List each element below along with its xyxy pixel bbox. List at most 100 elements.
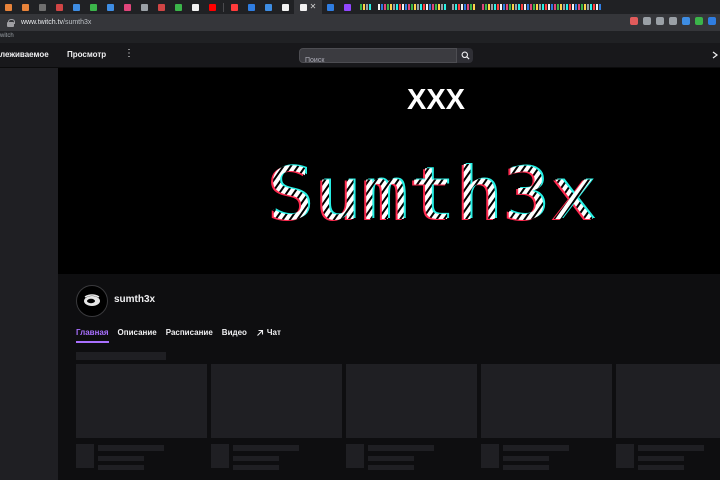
nav-following-link[interactable]: леживаемое [0,50,49,59]
collapsed-tab-titles[interactable] [452,4,478,10]
skeleton-card-title [638,445,704,451]
skeleton-card-avatar [616,444,634,468]
banner-artwork: XXX Sumth3x Sumth3x Sumth3x [266,84,598,237]
close-tab-icon[interactable]: ✕ [310,3,317,11]
tab-favicon-icon [265,3,272,11]
tab-favicon-icon [22,3,29,11]
collapse-icon[interactable] [710,49,720,61]
search-icon [461,51,470,60]
nav-browse-link[interactable]: Просмотр [67,50,106,59]
skeleton-card-title [503,445,569,451]
browser-tab[interactable] [0,0,17,14]
tab-favicon-icon [231,3,238,11]
search-input[interactable] [300,54,456,67]
search-box[interactable] [299,48,457,67]
extension-icon[interactable] [656,17,664,25]
more-menu-icon[interactable]: ⋮ [124,49,134,61]
skeleton-card-line [503,465,549,470]
extension-icon[interactable] [708,17,716,25]
skeleton-card-avatar [211,444,229,468]
browser-tab[interactable] [119,0,136,14]
browser-tab[interactable] [226,0,243,14]
browser-tab-strip: ✕ [0,0,720,14]
browser-tab[interactable] [243,0,260,14]
extension-icon[interactable] [669,17,677,25]
browser-tab[interactable] [51,0,68,14]
browser-address-bar[interactable]: www.twitch.tv/sumth3x [0,14,720,31]
channel-page: XXX Sumth3x Sumth3x Sumth3x sumth3x Глав… [58,68,720,480]
left-sidebar [0,68,58,480]
browser-tab[interactable] [68,0,85,14]
skeleton-heading [76,352,166,360]
tab-favicon-icon [56,3,63,11]
external-arrow-icon [257,329,263,336]
extension-icon[interactable] [695,17,703,25]
browser-tab[interactable] [322,0,339,14]
tab-favicon-icon [158,3,165,11]
browser-extension-icons [630,17,716,25]
extension-icon[interactable] [682,17,690,25]
skeleton-card-line [368,456,414,461]
browser-tab[interactable]: ✕ [294,0,322,14]
skeleton-card-line [638,456,684,461]
browser-tab[interactable] [339,0,356,14]
channel-name[interactable]: sumth3x [114,294,155,305]
browser-tab[interactable] [17,0,34,14]
browser-tab[interactable] [260,0,277,14]
browser-tab[interactable] [277,0,294,14]
tab-videos[interactable]: Видео [222,328,247,341]
browser-tab[interactable] [153,0,170,14]
collapsed-tab-titles[interactable] [482,4,602,10]
tab-chat[interactable]: Чат [256,328,281,341]
tab-favicon-icon [5,3,12,11]
browser-tab[interactable] [85,0,102,14]
tab-favicon-icon [124,3,131,11]
tab-favicon-icon [141,3,148,11]
skeleton-card-line [233,456,279,461]
tab-favicon-icon [73,3,80,11]
tab-favicon-icon [39,3,46,11]
browser-tab[interactable] [136,0,153,14]
skeleton-card-line [638,465,684,470]
skeleton-card-avatar [481,444,499,468]
tab-favicon-icon [175,3,182,11]
bookmark-item[interactable]: witch [0,33,14,39]
extension-icon[interactable] [630,17,638,25]
search-button[interactable] [457,48,473,63]
tab-home[interactable]: Главная [76,328,109,343]
tab-favicon-icon [248,3,255,11]
tab-schedule[interactable]: Расписание [166,328,213,341]
skeleton-card-line [98,456,144,461]
skeleton-video-card [211,364,342,438]
tab-favicon-icon [90,3,97,11]
tab-favicon-icon [209,3,216,11]
skeleton-card-line [503,456,549,461]
tab-favicon-icon [327,3,334,11]
browser-tab[interactable] [34,0,51,14]
browser-tab[interactable] [170,0,187,14]
browser-tab[interactable] [187,0,204,14]
tab-chat-label: Чат [266,328,281,337]
skeleton-card-avatar [76,444,94,468]
collapsed-tab-titles[interactable] [360,4,374,10]
tab-favicon-icon [107,3,114,11]
channel-tabs: Главная Описание Расписание Видео Чат [76,328,290,344]
skeleton-card-line [233,465,279,470]
channel-avatar[interactable] [76,285,108,317]
skeleton-card-title [98,445,164,451]
browser-tab[interactable] [204,0,221,14]
tab-about[interactable]: Описание [118,328,157,341]
tab-favicon-icon [344,3,351,11]
avatar-logo-icon [84,294,100,306]
skeleton-video-card [346,364,477,438]
skeleton-video-card [76,364,207,438]
url-text[interactable]: www.twitch.tv/sumth3x [21,19,91,26]
lock-icon [7,18,15,27]
collapsed-tab-titles[interactable] [378,4,448,10]
tab-favicon-icon [299,3,307,11]
browser-tab[interactable] [102,0,119,14]
extension-icon[interactable] [643,17,651,25]
banner-xxx-text: XXX [407,84,466,116]
bookmarks-bar: witch [0,31,720,43]
skeleton-video-card [481,364,612,438]
